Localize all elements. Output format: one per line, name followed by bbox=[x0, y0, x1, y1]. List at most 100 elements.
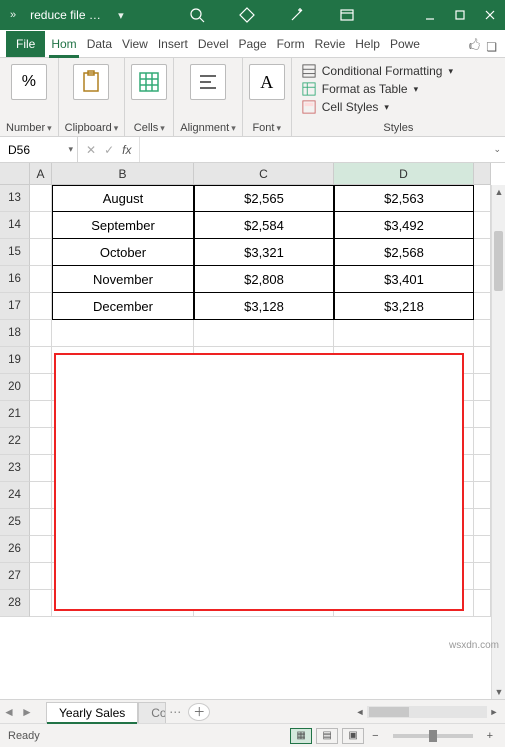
minimize-button[interactable] bbox=[415, 0, 445, 30]
row-header[interactable]: 17 bbox=[0, 293, 30, 320]
zoom-slider[interactable] bbox=[393, 734, 473, 738]
row-header[interactable]: 21 bbox=[0, 401, 30, 428]
share-icon[interactable]: 🖒 bbox=[469, 36, 481, 57]
cell[interactable]: October bbox=[52, 239, 194, 266]
maximize-button[interactable] bbox=[445, 0, 475, 30]
tab-review[interactable]: Revie bbox=[311, 31, 350, 57]
row-header[interactable]: 23 bbox=[0, 455, 30, 482]
row-header[interactable]: 18 bbox=[0, 320, 30, 347]
cell[interactable]: $2,563 bbox=[334, 185, 474, 212]
sheet-more-icon[interactable]: ⋯ bbox=[166, 705, 184, 719]
row-header[interactable]: 26 bbox=[0, 536, 30, 563]
view-normal-button[interactable]: ▦ bbox=[290, 728, 312, 744]
tab-help[interactable]: Help bbox=[351, 31, 384, 57]
fx-icon[interactable]: fx bbox=[122, 143, 131, 157]
view-page-break-button[interactable]: ▣ bbox=[342, 728, 364, 744]
cell[interactable]: $2,568 bbox=[334, 239, 474, 266]
window-icon[interactable] bbox=[332, 0, 362, 30]
cell[interactable]: $2,565 bbox=[194, 185, 334, 212]
search-icon[interactable] bbox=[182, 0, 212, 30]
chevron-down-icon[interactable]: ▾ bbox=[47, 123, 52, 134]
tab-page[interactable]: Page bbox=[235, 31, 271, 57]
cells-area[interactable]: August$2,565$2,563 September$2,584$3,492… bbox=[30, 185, 491, 699]
scroll-up-icon[interactable]: ▲ bbox=[492, 185, 505, 199]
cells-button[interactable] bbox=[131, 64, 167, 100]
row-header[interactable]: 28 bbox=[0, 590, 30, 617]
cell[interactable]: $2,584 bbox=[194, 212, 334, 239]
accept-icon[interactable]: ✓ bbox=[104, 143, 114, 157]
scroll-right-icon[interactable]: ► bbox=[487, 707, 501, 717]
row-header[interactable]: 25 bbox=[0, 509, 30, 536]
row-header[interactable]: 27 bbox=[0, 563, 30, 590]
cancel-icon[interactable]: ✕ bbox=[86, 143, 96, 157]
tab-developer[interactable]: Devel bbox=[194, 31, 233, 57]
wand-icon[interactable] bbox=[282, 0, 312, 30]
col-header-extra[interactable] bbox=[474, 163, 491, 185]
row-header[interactable]: 24 bbox=[0, 482, 30, 509]
row-header[interactable]: 14 bbox=[0, 212, 30, 239]
sheet-tab-active[interactable]: Yearly Sales bbox=[46, 702, 138, 723]
cell[interactable]: $2,808 bbox=[194, 266, 334, 293]
scroll-thumb[interactable] bbox=[369, 707, 409, 717]
qat-more-icon[interactable]: » bbox=[4, 9, 22, 21]
col-header-d[interactable]: D bbox=[334, 163, 474, 185]
sheet-tab[interactable]: Co bbox=[138, 702, 166, 723]
font-button[interactable]: A bbox=[249, 64, 285, 100]
chevron-down-icon[interactable]: ⌄ bbox=[493, 144, 501, 155]
zoom-in-button[interactable]: + bbox=[483, 730, 497, 742]
tab-view[interactable]: View bbox=[118, 31, 152, 57]
cell[interactable]: September bbox=[52, 212, 194, 239]
cell-styles-button[interactable]: Cell Styles▾ bbox=[302, 100, 495, 114]
chevron-down-icon[interactable]: ▾ bbox=[160, 123, 165, 134]
cell[interactable]: $3,321 bbox=[194, 239, 334, 266]
col-header-a[interactable]: A bbox=[30, 163, 52, 185]
name-box[interactable]: D56▾ bbox=[0, 137, 78, 162]
chevron-down-icon[interactable]: ▾ bbox=[64, 144, 77, 155]
tab-data[interactable]: Data bbox=[83, 31, 116, 57]
tab-power[interactable]: Powe bbox=[386, 31, 424, 57]
cell[interactable]: August bbox=[52, 185, 194, 212]
row-header[interactable]: 13 bbox=[0, 185, 30, 212]
tab-file[interactable]: File bbox=[6, 31, 45, 57]
vertical-scrollbar[interactable]: ▲ ▼ bbox=[491, 185, 505, 699]
horizontal-scrollbar[interactable]: ◄ ► bbox=[210, 706, 505, 718]
tab-insert[interactable]: Insert bbox=[154, 31, 192, 57]
chevron-down-icon[interactable]: ▾ bbox=[276, 123, 281, 134]
conditional-formatting-button[interactable]: Conditional Formatting▾ bbox=[302, 64, 495, 78]
scroll-thumb[interactable] bbox=[494, 231, 503, 291]
col-header-c[interactable]: C bbox=[194, 163, 334, 185]
format-as-table-button[interactable]: Format as Table▾ bbox=[302, 82, 495, 96]
zoom-out-button[interactable]: − bbox=[368, 730, 382, 742]
select-all-corner[interactable] bbox=[0, 163, 30, 185]
chevron-down-icon[interactable]: ▾ bbox=[231, 123, 236, 134]
row-header[interactable]: 19 bbox=[0, 347, 30, 374]
row-header[interactable]: 15 bbox=[0, 239, 30, 266]
cell[interactable]: $3,128 bbox=[194, 293, 334, 320]
sheet-nav-next[interactable]: ► bbox=[18, 705, 36, 719]
sheet-nav-prev[interactable]: ◄ bbox=[0, 705, 18, 719]
cell[interactable]: November bbox=[52, 266, 194, 293]
scroll-down-icon[interactable]: ▼ bbox=[492, 685, 505, 699]
title-dropdown-icon[interactable]: ▾ bbox=[112, 9, 130, 22]
col-header-b[interactable]: B bbox=[52, 163, 194, 185]
ribbon-options-icon[interactable]: ❏ bbox=[486, 40, 497, 54]
row-header[interactable]: 20 bbox=[0, 374, 30, 401]
add-sheet-button[interactable]: ＋ bbox=[188, 703, 210, 721]
tab-home[interactable]: Hom bbox=[47, 31, 80, 57]
spreadsheet-grid[interactable]: A B C D 13 14 15 16 17 18 19 20 21 22 23… bbox=[0, 163, 505, 699]
tab-formulas[interactable]: Form bbox=[273, 31, 309, 57]
row-header[interactable]: 22 bbox=[0, 428, 30, 455]
cell[interactable]: $3,401 bbox=[334, 266, 474, 293]
number-format-button[interactable]: % bbox=[11, 64, 47, 100]
cell[interactable]: December bbox=[52, 293, 194, 320]
chevron-down-icon[interactable]: ▾ bbox=[114, 123, 119, 134]
formula-input[interactable]: ⌄ bbox=[140, 137, 505, 162]
view-page-layout-button[interactable]: ▤ bbox=[316, 728, 338, 744]
diamond-icon[interactable] bbox=[232, 0, 262, 30]
clipboard-button[interactable] bbox=[73, 64, 109, 100]
cell[interactable]: $3,492 bbox=[334, 212, 474, 239]
cell[interactable]: $3,218 bbox=[334, 293, 474, 320]
alignment-button[interactable] bbox=[190, 64, 226, 100]
scroll-left-icon[interactable]: ◄ bbox=[353, 707, 367, 717]
row-header[interactable]: 16 bbox=[0, 266, 30, 293]
